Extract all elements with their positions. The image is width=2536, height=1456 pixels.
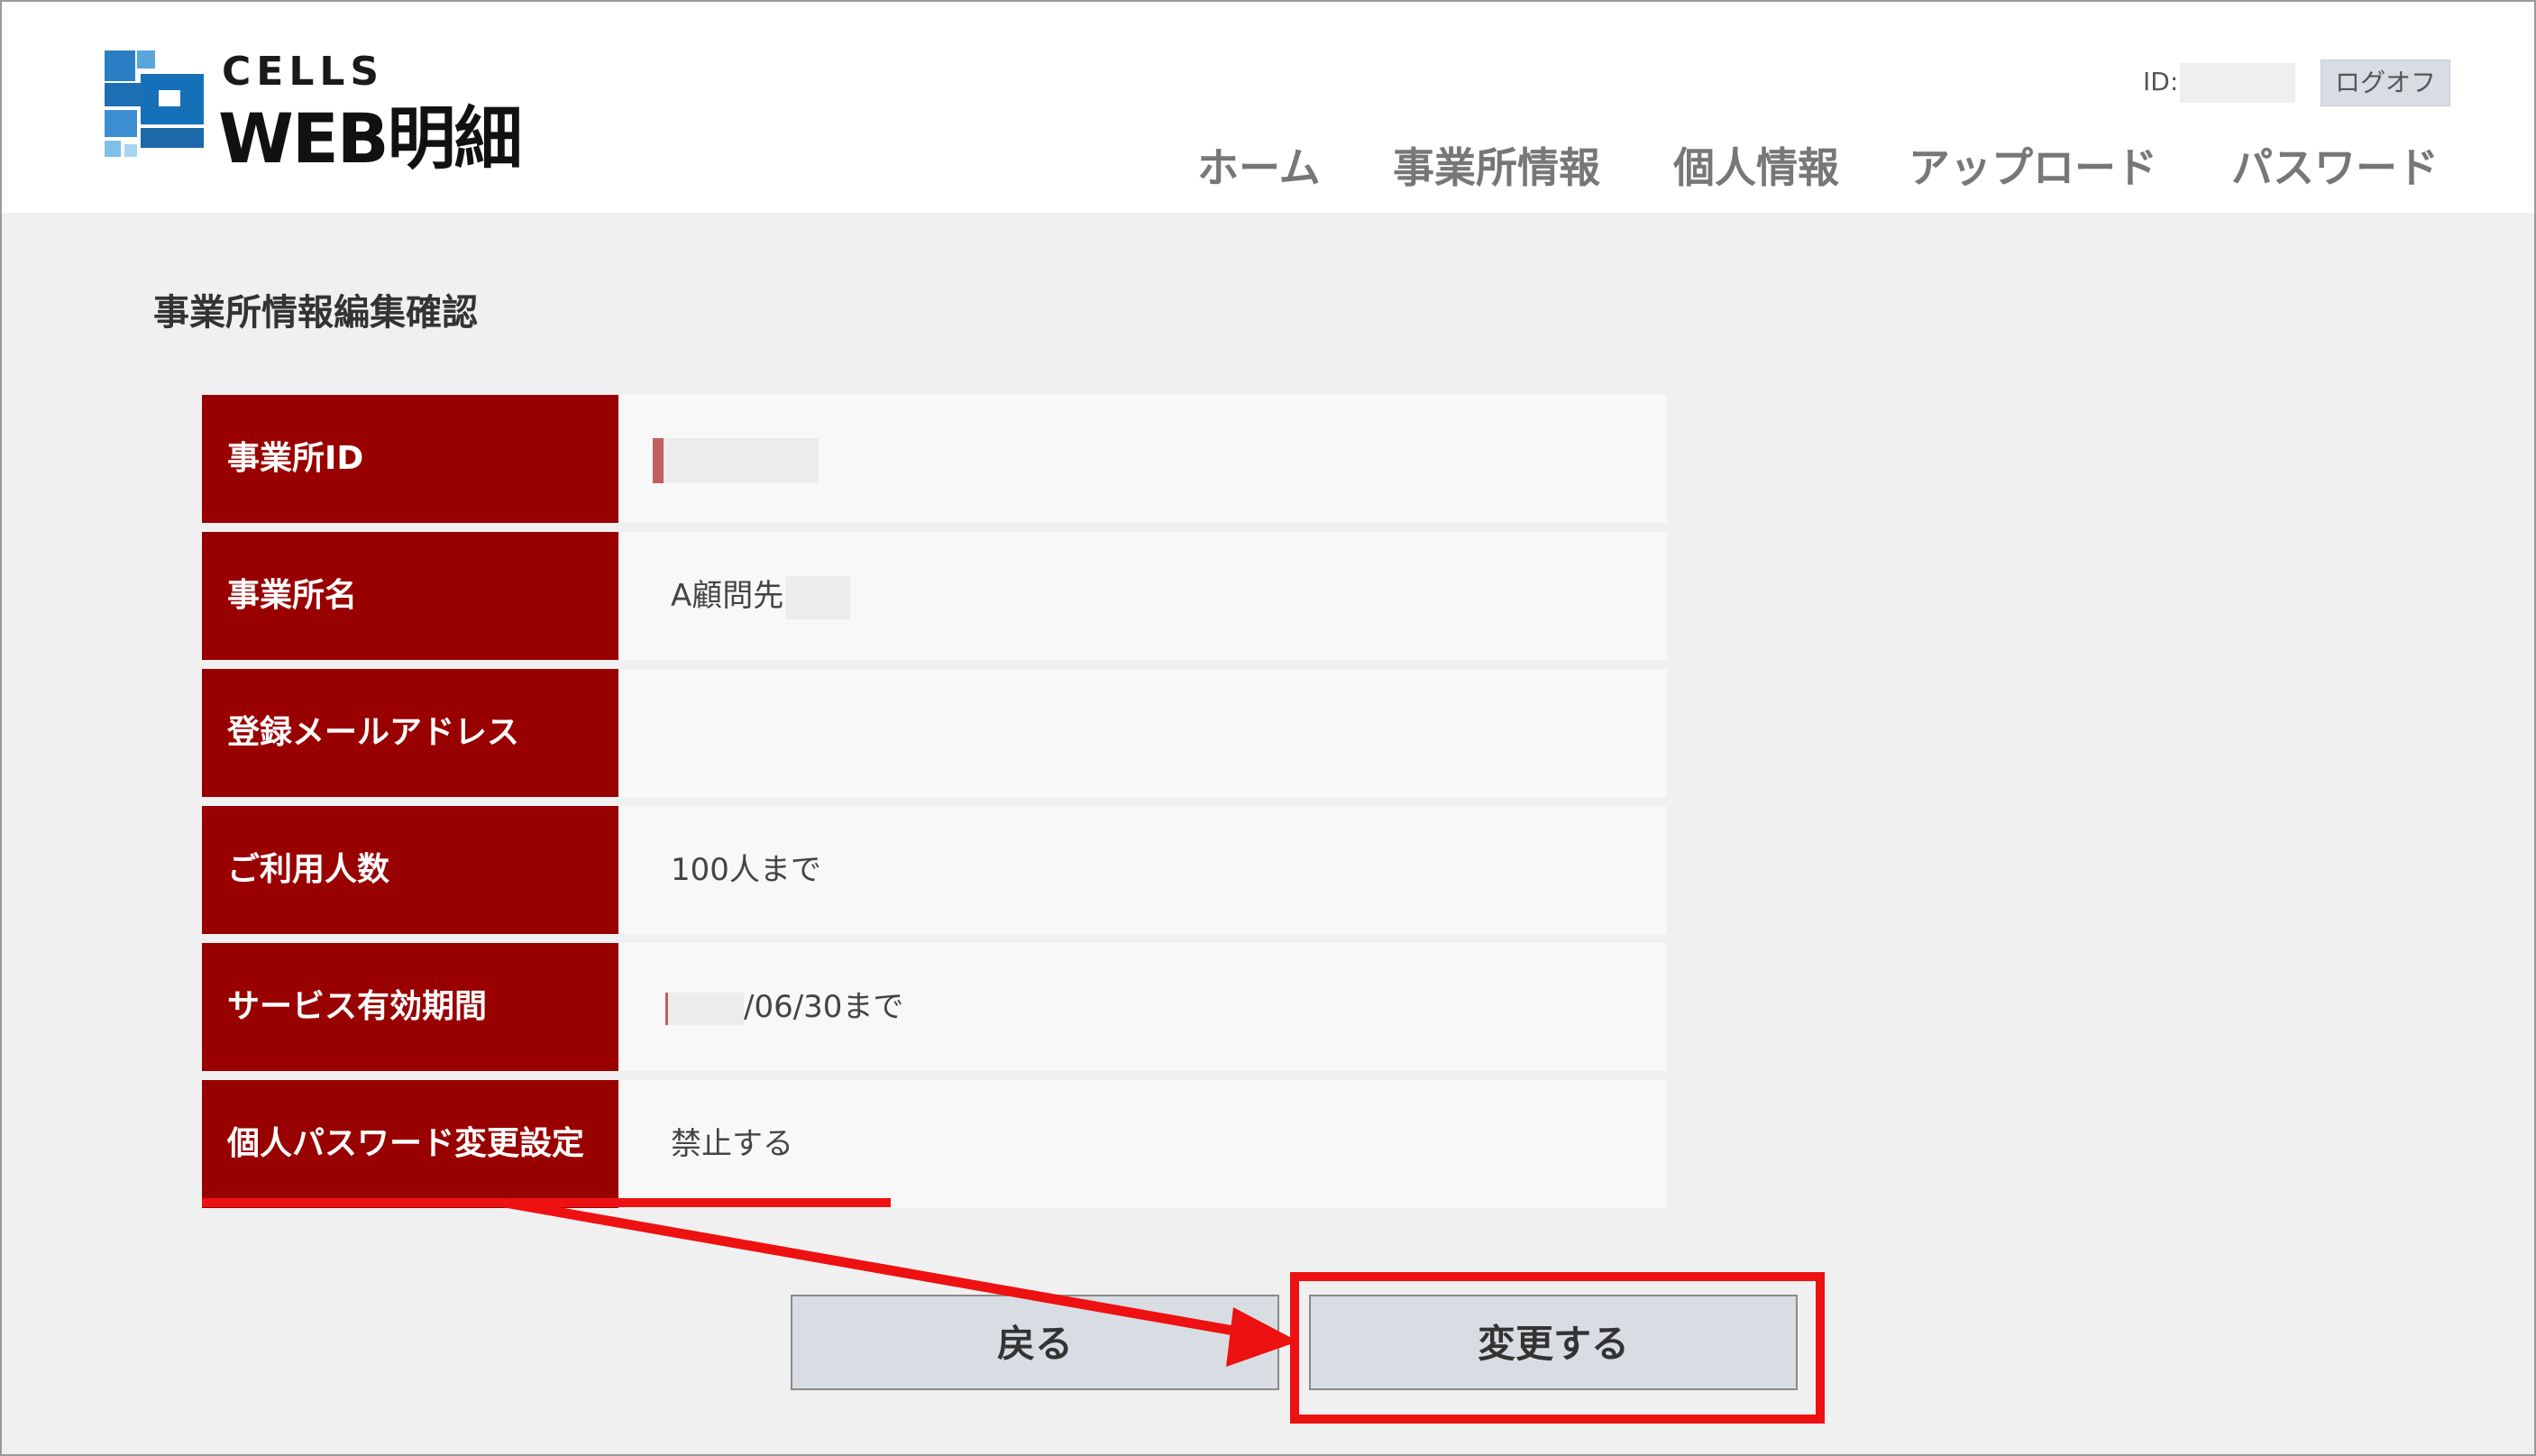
nav-home[interactable]: ホーム [1197,135,1321,198]
row-label: 登録メールアドレス [202,669,618,797]
logo-mark-icon [105,50,204,157]
row-user-count: ご利用人数 100人まで [202,806,1667,934]
row-office-id: 事業所ID [202,395,1667,523]
office-info-table: 事業所ID 事業所名 A顧問先 登録メールアドレス ご利用人数 100人まで サ… [202,395,1667,1217]
masked-year [665,992,744,1025]
row-service-period: サービス有効期間 /06/30まで [202,943,1667,1071]
user-id-label: ID: [2143,67,2179,96]
row-value: 禁止する [620,1080,1667,1208]
annotation-highlight-box [1290,1272,1825,1424]
back-button[interactable]: 戻る [791,1295,1279,1390]
masked-name-suffix [785,575,851,619]
row-label: サービス有効期間 [202,943,618,1071]
annotation-underline [202,1198,891,1207]
page-title: 事業所情報編集確認 [153,292,478,334]
row-value [620,669,1667,797]
user-id-value-masked [2180,63,2295,103]
row-office-name: 事業所名 A顧問先 [202,532,1667,660]
cells-web-logo[interactable]: CELLS WEB明細 [101,47,534,179]
row-value: 100人まで [620,806,1667,934]
logo-web-meisai-text: WEB明細 [218,98,523,179]
row-label: 事業所名 [202,532,618,660]
row-value: A顧問先 [620,532,1667,660]
nav-password[interactable]: パスワード [2231,135,2439,198]
row-label: 事業所ID [202,395,618,523]
row-email: 登録メールアドレス [202,669,1667,797]
row-value [620,395,1667,523]
masked-office-id [653,437,819,483]
logoff-button[interactable]: ログオフ [2321,60,2450,106]
nav-upload[interactable]: アップロード [1909,135,2157,198]
nav-office-info[interactable]: 事業所情報 [1393,135,1600,198]
nav-personal-info[interactable]: 個人情報 [1673,135,1839,198]
row-password-change-setting: 個人パスワード変更設定 禁止する [202,1080,1667,1208]
row-value: /06/30まで [620,943,1667,1071]
row-label: 個人パスワード変更設定 [202,1080,618,1208]
row-label: ご利用人数 [202,806,618,934]
app-header: CELLS WEB明細 ID: ログオフ ホーム 事業所情報 個人情報 アップロ… [0,0,2536,213]
